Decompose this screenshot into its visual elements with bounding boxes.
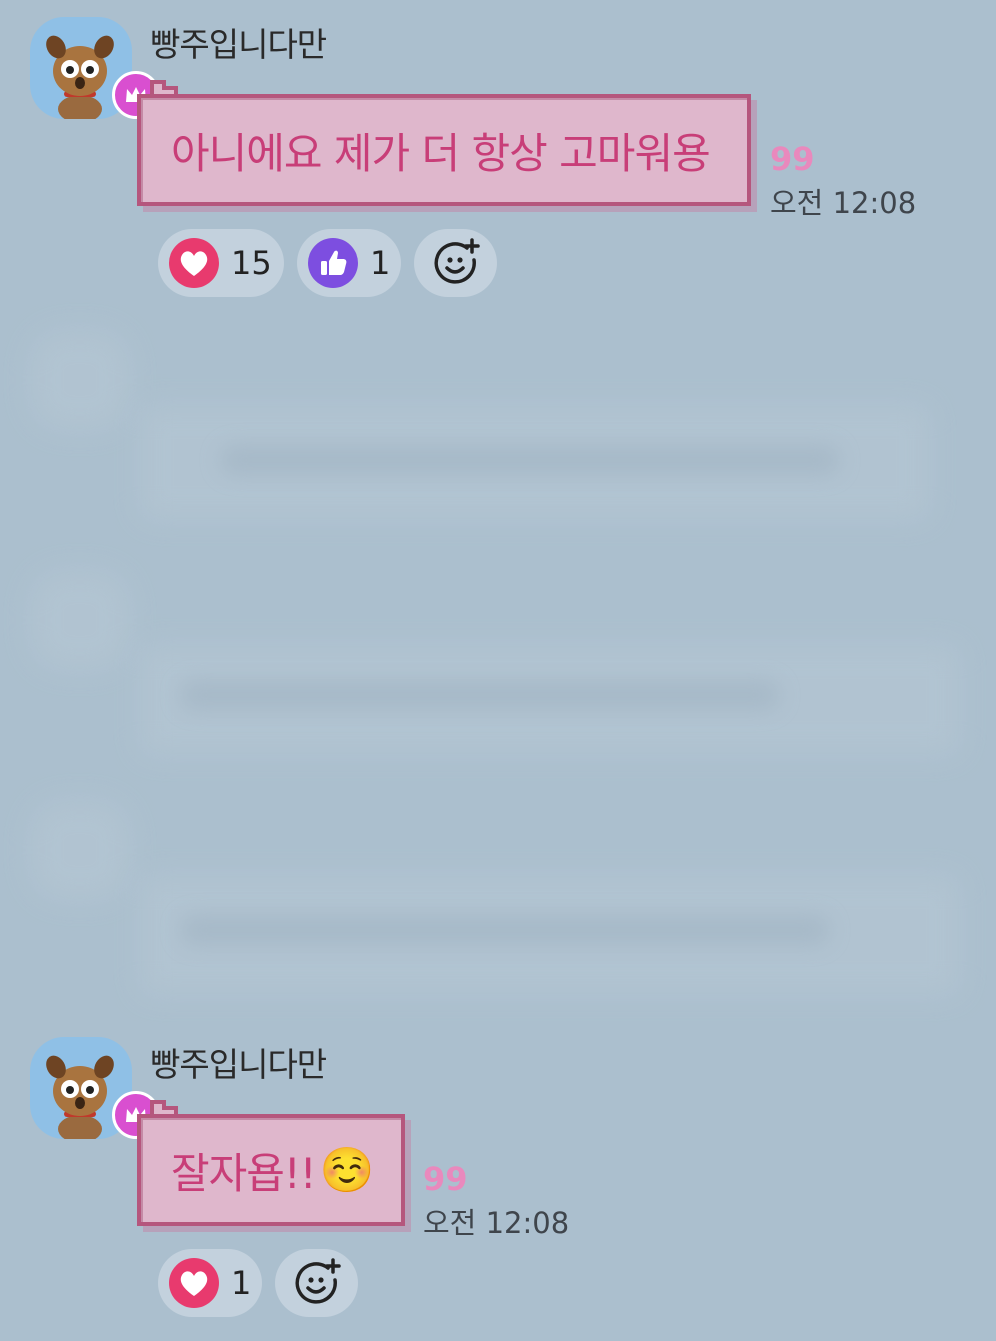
message-time: 오전 12:08 (423, 1206, 570, 1240)
message-bubble[interactable]: 잘자욥!! ☺️ (137, 1114, 405, 1226)
reaction-heart[interactable]: 1 (158, 1249, 262, 1317)
blurred-messages (20, 320, 996, 1010)
reaction-heart[interactable]: 15 (158, 229, 284, 297)
reaction-count: 1 (370, 244, 391, 282)
unread-count: 99 (423, 1160, 468, 1198)
smiling-face-emoji: ☺️ (319, 1145, 375, 1196)
add-emoji-icon (434, 238, 480, 284)
thumbs-up-icon (308, 238, 358, 288)
add-reaction-button[interactable] (414, 229, 497, 297)
avatar[interactable] (30, 17, 160, 119)
message-bubble[interactable]: 아니에요 제가 더 항상 고마워용 (137, 94, 751, 206)
add-emoji-icon (295, 1258, 341, 1304)
message-time: 오전 12:08 (770, 186, 917, 220)
avatar[interactable] (30, 1037, 160, 1139)
unread-count: 99 (770, 140, 815, 178)
sender-name: 빵주입니다만 (150, 1045, 327, 1084)
reaction-count: 1 (231, 1264, 252, 1302)
sender-name: 빵주입니다만 (150, 25, 327, 64)
add-reaction-button[interactable] (275, 1249, 358, 1317)
reaction-thumbs-up[interactable]: 1 (297, 229, 401, 297)
reaction-count: 15 (231, 244, 272, 282)
heart-icon (169, 1258, 219, 1308)
heart-icon (169, 238, 219, 288)
message-text: 아니에요 제가 더 항상 고마워용 (171, 128, 711, 178)
message-text: 잘자욥!! (171, 1148, 317, 1198)
